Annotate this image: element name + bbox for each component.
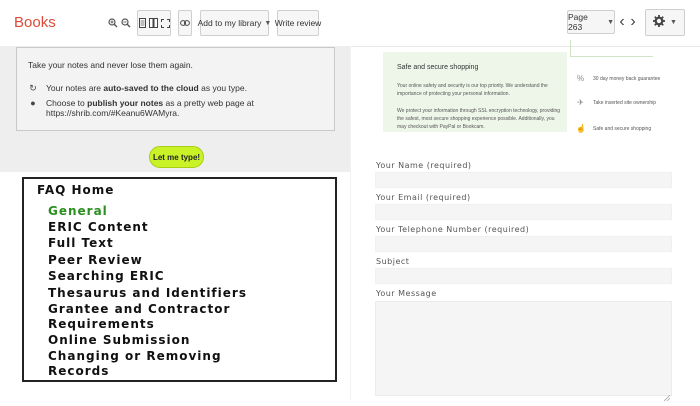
- faq-item-thesaurus[interactable]: Thesaurus and Identifiers: [48, 286, 247, 300]
- gear-icon: [653, 14, 666, 32]
- zoom-out-icon[interactable]: [120, 18, 131, 28]
- zoom-in-icon[interactable]: [107, 18, 118, 28]
- fullscreen-icon[interactable]: [160, 18, 170, 28]
- write-review-label: Write review: [274, 18, 322, 28]
- notes-publish-prefix: Choose to: [46, 98, 88, 108]
- faq-nav-box: FAQ Home General ERIC Content Full Text …: [22, 177, 337, 382]
- feature-money-back-label: 30 day money back guarantee: [593, 75, 661, 82]
- security-paragraph-1: Your online safety and security is our t…: [397, 83, 548, 97]
- link-icon: [180, 20, 190, 26]
- notes-publish-text: Choose to publish your notes as a pretty…: [46, 98, 254, 118]
- single-page-icon[interactable]: [138, 18, 146, 28]
- globe-icon: ●: [30, 98, 36, 108]
- faq-item-online-submission[interactable]: Online Submission: [48, 333, 190, 347]
- notes-promo-box: Take your notes and never lose them agai…: [16, 47, 335, 131]
- notes-cloud-text: Your notes are auto-saved to the cloud a…: [46, 83, 247, 94]
- notes-publish-row: ● Choose to publish your notes as a pret…: [28, 98, 254, 118]
- feature-money-back: % 30 day money back guarantee: [576, 74, 660, 83]
- security-paragraph-2: We protect your information through SSL …: [397, 108, 561, 130]
- panel-outline: [570, 40, 653, 57]
- notes-publish-suffix: as a pretty web page at: [163, 98, 254, 108]
- faq-item-searching-eric[interactable]: Searching ERIC: [48, 269, 165, 283]
- faq-item-peer-review[interactable]: Peer Review: [48, 253, 143, 267]
- feature-ownership-label: Take inserted site ownership: [593, 99, 657, 106]
- security-panel: Safe and secure shopping Your online saf…: [383, 52, 567, 132]
- sync-icon: ↻: [29, 83, 37, 93]
- feature-ownership: ✈ Take inserted site ownership: [576, 98, 656, 107]
- resize-handle-icon[interactable]: [663, 388, 671, 402]
- faq-item-eric-content[interactable]: ERIC Content: [48, 220, 149, 234]
- chevron-down-icon: ▼: [264, 19, 272, 27]
- notes-heading: Take your notes and never lose them agai…: [28, 60, 193, 70]
- add-to-library-label: Add to my library: [197, 18, 262, 28]
- notes-cloud-suffix: as you type.: [198, 83, 247, 93]
- percent-icon: %: [576, 74, 585, 83]
- faq-item-grantee[interactable]: Grantee and Contractor: [48, 302, 230, 316]
- faq-title[interactable]: FAQ Home: [37, 183, 114, 197]
- feature-secure-label: Safe and secure shopping: [593, 125, 652, 132]
- phone-label: Your Telephone Number (required): [376, 225, 530, 234]
- notes-cloud-row: ↻ Your notes are auto-saved to the cloud…: [28, 83, 247, 94]
- notes-publish-bold: publish your notes: [87, 98, 164, 108]
- name-label: Your Name (required): [376, 161, 472, 170]
- faq-item-requirements[interactable]: Requirements: [48, 317, 155, 331]
- page-label: Page 263: [568, 12, 588, 32]
- thumbs-up-icon: ☝: [576, 124, 586, 133]
- message-label: Your Message: [376, 289, 437, 298]
- notes-cloud-bold: auto-saved to the cloud: [103, 83, 199, 93]
- two-page-icon[interactable]: [148, 18, 158, 28]
- subject-label: Subject: [376, 257, 410, 266]
- faq-item-general[interactable]: General: [48, 204, 108, 218]
- security-title: Safe and secure shopping: [397, 64, 479, 71]
- email-label: Your Email (required): [376, 193, 471, 202]
- column-divider: [350, 46, 351, 400]
- notes-cloud-prefix: Your notes are: [46, 83, 104, 93]
- message-field[interactable]: [375, 301, 672, 396]
- phone-field[interactable]: [375, 236, 672, 252]
- faq-item-full-text[interactable]: Full Text: [48, 236, 114, 250]
- notes-publish-url[interactable]: https://shrib.com/#Keanu6WAMyra.: [46, 108, 179, 118]
- page-selector[interactable]: Page 263 ▼: [567, 10, 615, 34]
- chevron-down-icon: ▼: [670, 19, 677, 26]
- books-logo[interactable]: Books: [14, 14, 56, 31]
- settings-button[interactable]: ▼: [645, 9, 685, 36]
- next-page-icon[interactable]: ›: [627, 10, 639, 34]
- write-review-button[interactable]: Write review: [274, 10, 322, 36]
- subject-field[interactable]: [375, 268, 672, 284]
- rocket-icon: ✈: [577, 98, 584, 107]
- zoom-controls: [106, 10, 132, 36]
- email-field[interactable]: [375, 204, 672, 220]
- feature-secure: ☝ Safe and secure shopping: [576, 124, 651, 133]
- let-me-type-button[interactable]: Let me type!: [149, 146, 204, 168]
- view-mode-group: [137, 10, 171, 36]
- chevron-down-icon: ▼: [607, 18, 614, 26]
- add-to-library-button[interactable]: Add to my library ▼: [197, 10, 272, 36]
- faq-item-records[interactable]: Records: [48, 364, 109, 378]
- name-field[interactable]: [375, 172, 672, 188]
- faq-item-changing[interactable]: Changing or Removing: [48, 349, 222, 363]
- link-button[interactable]: [178, 10, 192, 36]
